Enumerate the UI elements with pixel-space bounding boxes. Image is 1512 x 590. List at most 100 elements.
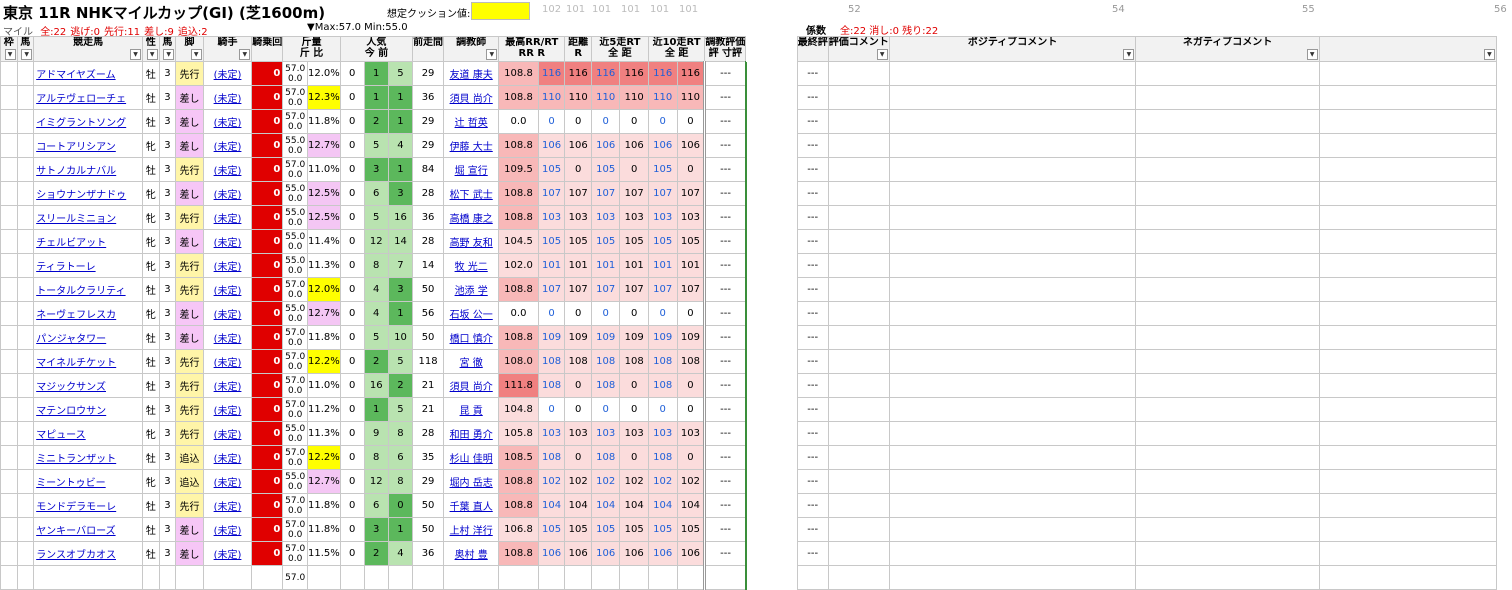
trainer[interactable]: 松下 武士 xyxy=(443,181,500,206)
trainer-link[interactable]: 宮 徹 xyxy=(460,358,483,369)
waku-cell[interactable] xyxy=(0,493,18,518)
waku-cell[interactable] xyxy=(0,181,18,206)
extra-cell[interactable] xyxy=(1318,445,1497,470)
horse-name[interactable]: モンドデラモーレ xyxy=(33,493,144,518)
waku-cell[interactable] xyxy=(0,469,18,494)
positive-cell[interactable] xyxy=(888,61,1137,86)
eval-comment-cell[interactable] xyxy=(827,277,890,302)
table-row[interactable]: サトノカルナバル牡 3 先行 (未定) 0 57.0 0.0 11.0% 0 3 1 84 堀 宣行 10… xyxy=(0,157,1512,182)
jockey-link[interactable]: (未定) xyxy=(214,94,242,105)
trainer-link[interactable]: 伊藤 大士 xyxy=(450,142,493,153)
jockey-link[interactable]: (未定) xyxy=(214,70,242,81)
positive-cell[interactable] xyxy=(888,421,1137,446)
jockey[interactable]: (未定) xyxy=(202,61,253,86)
horse-name-link[interactable]: サトノカルナバル xyxy=(36,166,116,177)
waku-cell[interactable] xyxy=(0,301,18,326)
positive-cell[interactable] xyxy=(888,181,1137,206)
jockey-link[interactable]: (未定) xyxy=(214,526,242,537)
col-negative[interactable]: ネガティブコメント ▼ xyxy=(1135,36,1320,62)
col-final[interactable]: 最終評 xyxy=(796,36,829,62)
table-row[interactable]: マテンロウサン牡 3 先行 (未定) 0 57.0 0.0 11.2% 0 1 5 21 昆 貢 104.… xyxy=(0,397,1512,422)
horse-name-link[interactable]: パンジャタワー xyxy=(36,334,106,345)
col-name[interactable]: 競走馬 ▼ xyxy=(33,36,144,62)
eval-comment-cell[interactable] xyxy=(827,349,890,374)
col-style[interactable]: 脚 ▼ xyxy=(175,36,204,62)
jockey[interactable]: (未定) xyxy=(202,133,253,158)
table-row[interactable]: ショウナンザナドゥ牝 3 差し (未定) 0 55.0 0.0 12.5% 0 6 3 28 松下 武士… xyxy=(0,181,1512,206)
table-row[interactable]: モンドデラモーレ牡 3 先行 (未定) 0 57.0 0.0 11.8% 0 6 0 50 千葉 直人 1… xyxy=(0,493,1512,518)
jockey[interactable]: (未定) xyxy=(202,181,253,206)
eval-comment-cell[interactable] xyxy=(827,517,890,542)
table-row[interactable]: ランスオブカオス牡 3 差し (未定) 0 57.0 0.0 11.5% 0 2 4 36 奥村 豊 10… xyxy=(0,541,1512,566)
filter-dropdown-icon[interactable]: ▼ xyxy=(130,49,142,60)
table-row[interactable]: マイネルチケット牡 3 先行 (未定) 0 57.0 0.0 12.2% 0 2 5 118 宮 徹 10… xyxy=(0,349,1512,374)
extra-cell[interactable] xyxy=(1318,61,1497,86)
jockey[interactable]: (未定) xyxy=(202,253,253,278)
negative-cell[interactable] xyxy=(1135,349,1320,374)
trainer[interactable]: 宮 徹 xyxy=(443,349,500,374)
jockey[interactable]: (未定) xyxy=(202,445,253,470)
trainer-link[interactable]: 須貝 尚介 xyxy=(450,382,493,393)
extra-cell[interactable] xyxy=(1318,373,1497,398)
horse-name[interactable]: アルテヴェローチェ xyxy=(33,85,144,110)
positive-cell[interactable] xyxy=(888,277,1137,302)
eval-comment-cell[interactable] xyxy=(827,181,890,206)
uma-cell[interactable] xyxy=(16,253,35,278)
positive-cell[interactable] xyxy=(888,133,1137,158)
trainer[interactable]: 奥村 豊 xyxy=(443,541,500,566)
trainer[interactable]: 須貝 尚介 xyxy=(443,373,500,398)
waku-cell[interactable] xyxy=(0,541,18,566)
uma-cell[interactable] xyxy=(16,421,35,446)
horse-name[interactable]: チェルビアット xyxy=(33,229,144,254)
eval-comment-cell[interactable] xyxy=(827,493,890,518)
trainer[interactable]: 須貝 尚介 xyxy=(443,85,500,110)
positive-cell[interactable] xyxy=(888,253,1137,278)
negative-cell[interactable] xyxy=(1135,541,1320,566)
jockey[interactable]: (未定) xyxy=(202,109,253,134)
jockey[interactable]: (未定) xyxy=(202,421,253,446)
horse-name-link[interactable]: マジックサンズ xyxy=(36,382,106,393)
horse-name-link[interactable]: アルテヴェローチェ xyxy=(36,94,126,105)
col-chokyo[interactable]: 調教評価評 寸評 xyxy=(704,36,747,62)
extra-cell[interactable] xyxy=(1318,469,1497,494)
waku-cell[interactable] xyxy=(0,445,18,470)
eval-comment-cell[interactable] xyxy=(827,373,890,398)
negative-cell[interactable] xyxy=(1135,133,1320,158)
eval-comment-cell[interactable] xyxy=(827,469,890,494)
uma-cell[interactable] xyxy=(16,373,35,398)
filter-dropdown-icon[interactable]: ▼ xyxy=(1306,49,1318,60)
positive-cell[interactable] xyxy=(888,565,1137,590)
horse-name[interactable]: ネーヴェフレスカ xyxy=(33,301,144,326)
trainer[interactable]: 千葉 直人 xyxy=(443,493,500,518)
negative-cell[interactable] xyxy=(1135,469,1320,494)
horse-name-link[interactable]: チェルビアット xyxy=(36,238,106,249)
horse-name[interactable]: マテンロウサン xyxy=(33,397,144,422)
trainer-link[interactable]: 須貝 尚介 xyxy=(450,94,493,105)
trainer-link[interactable]: 松下 武士 xyxy=(450,190,493,201)
horse-name-link[interactable]: スリールミニョン xyxy=(36,214,116,225)
extra-cell[interactable] xyxy=(1318,205,1497,230)
jockey[interactable]: (未定) xyxy=(202,277,253,302)
table-row[interactable]: アドマイヤズーム牡 3 先行 (未定) 0 57.0 0.0 12.0% 0 1 5 29 友道 康夫 1… xyxy=(0,61,1512,86)
waku-cell[interactable] xyxy=(0,517,18,542)
waku-cell[interactable] xyxy=(0,565,18,590)
horse-name[interactable]: サトノカルナバル xyxy=(33,157,144,182)
positive-cell[interactable] xyxy=(888,373,1137,398)
table-row[interactable]: ネーヴェフレスカ牝 3 差し (未定) 0 55.0 0.0 12.7% 0 4 1 56 石坂 公一 0… xyxy=(0,301,1512,326)
horse-name-link[interactable]: マイネルチケット xyxy=(36,358,116,369)
trainer[interactable]: 高橋 康之 xyxy=(443,205,500,230)
jockey-link[interactable]: (未定) xyxy=(214,502,242,513)
horse-name-link[interactable]: ランスオブカオス xyxy=(36,550,116,561)
negative-cell[interactable] xyxy=(1135,61,1320,86)
uma-cell[interactable] xyxy=(16,109,35,134)
col-kinryo[interactable]: 斤量斤 比 xyxy=(282,36,341,62)
horse-name[interactable]: コートアリシアン xyxy=(33,133,144,158)
positive-cell[interactable] xyxy=(888,349,1137,374)
col-uma[interactable]: 馬 ▼ xyxy=(16,36,35,62)
waku-cell[interactable] xyxy=(0,205,18,230)
table-row[interactable]: マジックサンズ牡 3 先行 (未定) 0 57.0 0.0 11.0% 0 16 2 21 須貝 尚介 1… xyxy=(0,373,1512,398)
jockey-link[interactable]: (未定) xyxy=(214,550,242,561)
negative-cell[interactable] xyxy=(1135,373,1320,398)
waku-cell[interactable] xyxy=(0,421,18,446)
table-row[interactable]: マピュース牝 3 先行 (未定) 0 55.0 0.0 11.3% 0 9 8 28 和田 勇介 105.… xyxy=(0,421,1512,446)
